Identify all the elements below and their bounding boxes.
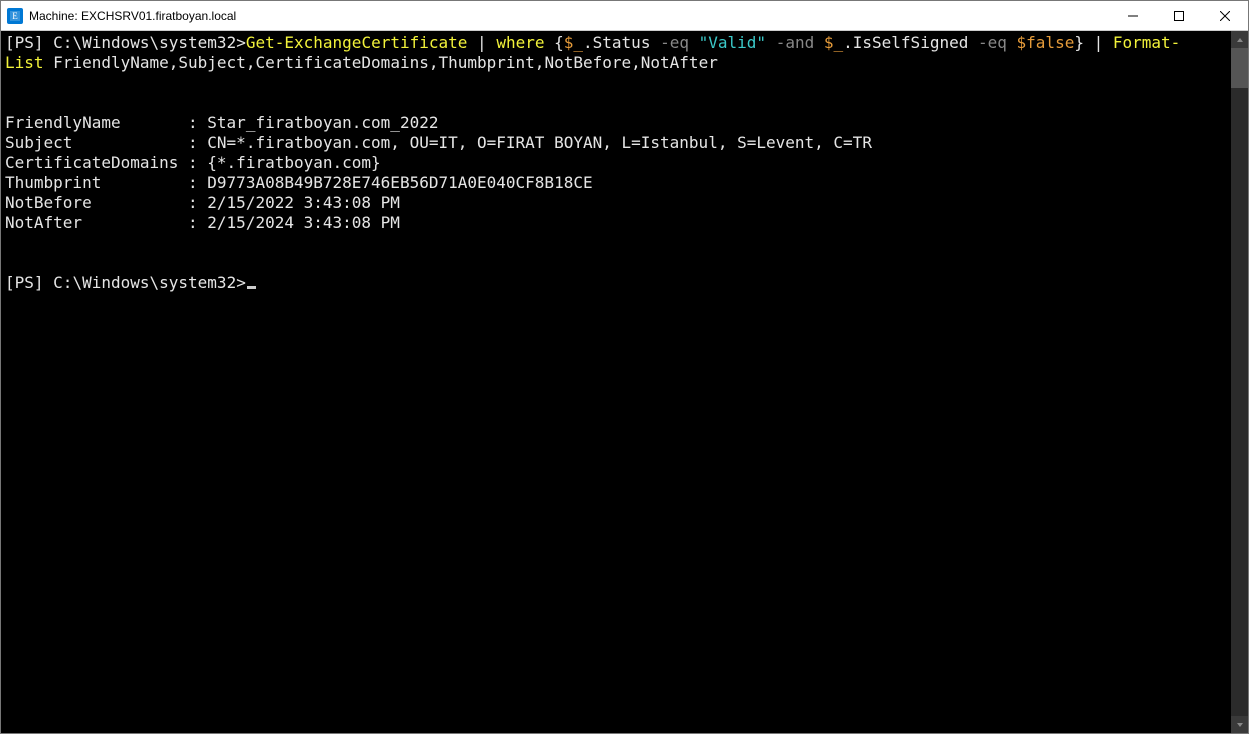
cmdlet-format: Format- bbox=[1113, 33, 1180, 52]
op-eq-1: -eq bbox=[660, 33, 689, 52]
row-notafter: NotAfter: 2/15/2024 3:43:08 PM bbox=[5, 213, 400, 232]
sp-2 bbox=[1007, 33, 1017, 52]
app-icon: E bbox=[7, 8, 23, 24]
prop-value: Star_firatboyan.com_2022 bbox=[207, 113, 438, 132]
dollar-false: $false bbox=[1017, 33, 1075, 52]
prop-name: CertificateDomains bbox=[5, 153, 188, 173]
prop-name: FriendlyName bbox=[5, 113, 188, 133]
console-area: [PS] C:\Windows\system32>Get-ExchangeCer… bbox=[1, 31, 1248, 733]
prop-name: Subject bbox=[5, 133, 188, 153]
prop-value: CN=*.firatboyan.com, OU=IT, O=FIRAT BOYA… bbox=[207, 133, 872, 152]
scroll-up-button[interactable] bbox=[1231, 31, 1248, 48]
brace-open: { bbox=[544, 33, 563, 52]
window-controls bbox=[1110, 1, 1248, 30]
row-notbefore: NotBefore: 2/15/2022 3:43:08 PM bbox=[5, 193, 400, 212]
pipe-2: | bbox=[1084, 33, 1113, 52]
str-valid: "Valid" bbox=[689, 33, 776, 52]
scroll-down-button[interactable] bbox=[1231, 716, 1248, 733]
prop-value: 2/15/2024 3:43:08 PM bbox=[207, 213, 400, 232]
cursor bbox=[247, 286, 256, 289]
dot-isselfsigned: .IsSelfSigned bbox=[843, 33, 978, 52]
maximize-button[interactable] bbox=[1156, 1, 1202, 30]
terminal[interactable]: [PS] C:\Windows\system32>Get-ExchangeCer… bbox=[1, 31, 1231, 733]
prompt-ps-2: [PS] bbox=[5, 273, 44, 292]
output-block: FriendlyName: Star_firatboyan.com_2022 S… bbox=[5, 113, 872, 232]
scroll-track[interactable] bbox=[1231, 48, 1248, 716]
sp-1 bbox=[814, 33, 824, 52]
cmdlet-list: List bbox=[5, 53, 44, 72]
row-thumbprint: Thumbprint: D9773A08B49B728E746EB56D71A0… bbox=[5, 173, 593, 192]
format-fields: FriendlyName,Subject,CertificateDomains,… bbox=[44, 53, 718, 72]
row-subject: Subject: CN=*.firatboyan.com, OU=IT, O=F… bbox=[5, 133, 872, 152]
prompt-ps: [PS] bbox=[5, 33, 44, 52]
prop-value: 2/15/2022 3:43:08 PM bbox=[207, 193, 400, 212]
row-certificatedomains: CertificateDomains: {*.firatboyan.com} bbox=[5, 153, 381, 172]
prop-name: NotAfter bbox=[5, 213, 188, 233]
cmdlet-get-exchangecertificate: Get-ExchangeCertificate bbox=[246, 33, 468, 52]
window-title: Machine: EXCHSRV01.firatboyan.local bbox=[29, 9, 1110, 23]
scroll-thumb[interactable] bbox=[1231, 48, 1248, 88]
prompt-path-2: C:\Windows\system32 bbox=[53, 273, 236, 292]
dollar-var-1: $_ bbox=[564, 33, 583, 52]
close-button[interactable] bbox=[1202, 1, 1248, 30]
dollar-var-2: $_ bbox=[824, 33, 843, 52]
dot-status: .Status bbox=[583, 33, 660, 52]
prompt-path: C:\Windows\system32 bbox=[53, 33, 236, 52]
row-friendlyname: FriendlyName: Star_firatboyan.com_2022 bbox=[5, 113, 438, 132]
app-window: E Machine: EXCHSRV01.firatboyan.local [P… bbox=[0, 0, 1249, 734]
prop-name: Thumbprint bbox=[5, 173, 188, 193]
prop-value: {*.firatboyan.com} bbox=[207, 153, 380, 172]
prompt-gt-2: > bbox=[236, 273, 246, 292]
prop-name: NotBefore bbox=[5, 193, 188, 213]
titlebar[interactable]: E Machine: EXCHSRV01.firatboyan.local bbox=[1, 1, 1248, 31]
vertical-scrollbar[interactable] bbox=[1231, 31, 1248, 733]
op-eq-2: -eq bbox=[978, 33, 1007, 52]
svg-text:E: E bbox=[12, 11, 18, 21]
op-and: -and bbox=[776, 33, 815, 52]
minimize-button[interactable] bbox=[1110, 1, 1156, 30]
cmdlet-where: where bbox=[496, 33, 544, 52]
prompt-gt: > bbox=[236, 33, 246, 52]
pipe-1: | bbox=[467, 33, 496, 52]
brace-close: } bbox=[1074, 33, 1084, 52]
prop-value: D9773A08B49B728E746EB56D71A0E040CF8B18CE bbox=[207, 173, 592, 192]
